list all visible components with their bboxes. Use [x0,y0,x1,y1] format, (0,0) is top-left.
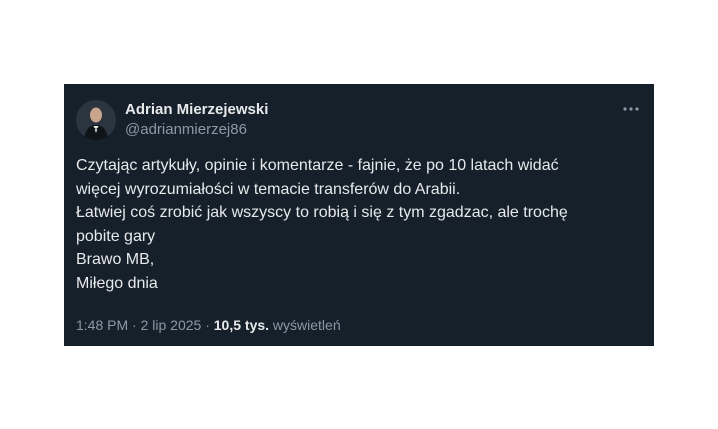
tweet-text-line: pobite gary [76,227,156,245]
tweet-text-line: więcej wyrozumiałości w temacie transfer… [76,180,461,198]
views-count[interactable]: 10,5 tys. [214,317,269,333]
tweet-text-line: Łatwiej coś zrobić jak wszyscy to robią … [76,204,568,221]
tweet-text-line: Brawo MB, [76,251,155,268]
display-name[interactable]: Adrian Mierzejewski [125,100,268,119]
tweet-card[interactable]: Adrian Mierzejewski @adrianmierzej86 Czy… [64,84,654,346]
meta-separator: · [128,317,141,333]
more-dots-icon [623,107,639,111]
tweet-metadata: 1:48 PM · 2 lip 2025 · 10,5 tys. wyświet… [76,316,341,334]
tweet-text: Czytając artykuły, opinie i komentarze -… [76,154,636,295]
more-options-button[interactable] [618,98,644,120]
avatar[interactable] [76,100,116,140]
tweet-text-line: Czytając artykuły, opinie i komentarze -… [76,157,559,174]
tweet-text-line: Miłego dnia [76,274,158,292]
tweet-date[interactable]: 2 lip 2025 [141,317,202,333]
user-info: Adrian Mierzejewski @adrianmierzej86 [125,100,268,139]
views-label: wyświetleń [272,317,341,333]
meta-separator: · [201,317,214,333]
user-handle[interactable]: @adrianmierzej86 [125,120,268,139]
profile-photo-icon [76,100,116,140]
tweet-time[interactable]: 1:48 PM [76,317,128,333]
